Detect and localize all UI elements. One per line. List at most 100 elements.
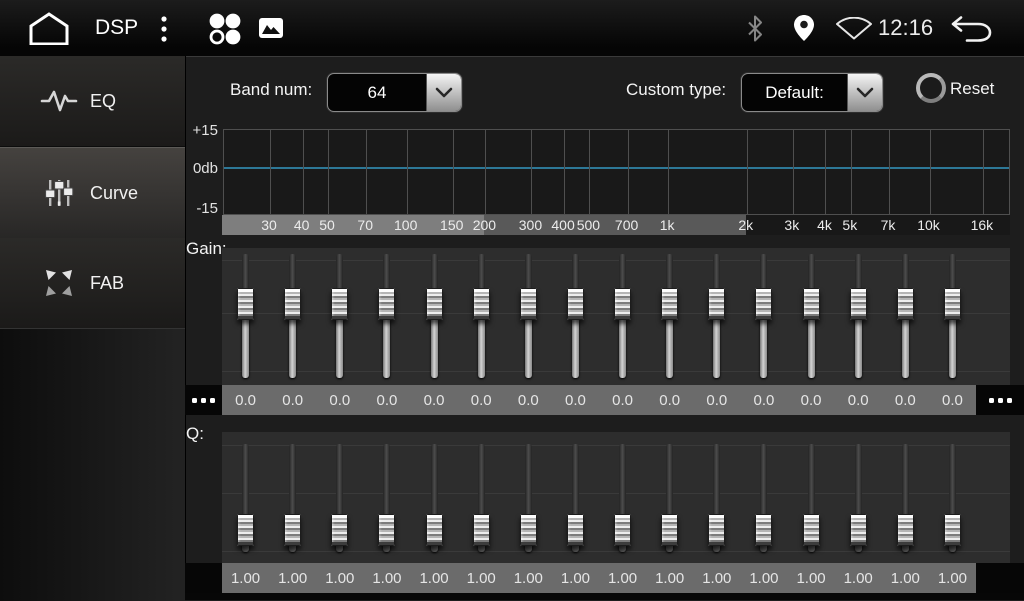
gain-slider-3[interactable] [331,254,348,378]
slider-thumb[interactable] [897,288,914,320]
slider-thumb[interactable] [567,514,584,546]
gain-slider-2[interactable] [284,254,301,378]
gain-slider-5[interactable] [426,254,443,378]
gain-more-right-button[interactable] [976,385,1024,415]
gain-slider-6[interactable] [473,254,490,378]
slider-track-lower [808,320,815,378]
q-more-right-button[interactable] [976,563,1024,593]
gain-value-11: 0.0 [693,385,740,415]
freq-axis-scrollbar[interactable]: 304050701001502003004005007001k2k3k4k5k7… [222,215,1010,235]
slider-thumb[interactable] [426,514,443,546]
band-num-dropdown[interactable]: 64 [327,73,462,112]
slider-thumb[interactable] [567,288,584,320]
gain-more-left-button[interactable] [185,385,222,415]
grid-line [270,130,271,214]
slider-track-lower [902,320,909,378]
custom-type-value: Default: [742,74,847,111]
slider-thumb[interactable] [520,288,537,320]
slider-thumb[interactable] [708,288,725,320]
slider-thumb[interactable] [237,514,254,546]
slider-thumb[interactable] [331,288,348,320]
sidebar-item-curve[interactable]: Curve [0,147,185,239]
gain-slider-12[interactable] [755,254,772,378]
slider-thumb[interactable] [850,288,867,320]
slider-thumb[interactable] [803,288,820,320]
slider-thumb[interactable] [237,288,254,320]
q-slider-14[interactable] [850,442,867,554]
gain-slider-10[interactable] [661,254,678,378]
kebab-menu-icon[interactable] [159,15,169,43]
slider-thumb[interactable] [803,514,820,546]
gain-slider-15[interactable] [897,254,914,378]
q-slider-11[interactable] [708,442,725,554]
slider-track-lower [289,320,296,378]
q-slider-12[interactable] [755,442,772,554]
reset-label: Reset [950,79,994,99]
slider-thumb[interactable] [614,288,631,320]
gain-slider-16[interactable] [944,254,961,378]
slider-thumb[interactable] [378,288,395,320]
chevron-down-icon[interactable] [847,74,882,111]
wifi-icon [835,17,873,40]
q-slider-7[interactable] [520,442,537,554]
gain-value-13: 0.0 [788,385,835,415]
slider-thumb[interactable] [944,288,961,320]
q-slider-3[interactable] [331,442,348,554]
slider-thumb[interactable] [426,288,443,320]
slider-thumb[interactable] [661,514,678,546]
slider-thumb[interactable] [284,514,301,546]
slider-thumb[interactable] [944,514,961,546]
gain-slider-13[interactable] [803,254,820,378]
gain-value-4: 0.0 [363,385,410,415]
y-axis-label-minus15: -15 [184,200,218,217]
slider-thumb[interactable] [284,288,301,320]
q-slider-8[interactable] [567,442,584,554]
q-slider-6[interactable] [473,442,490,554]
slider-thumb[interactable] [378,514,395,546]
gallery-icon[interactable] [258,17,284,39]
q-slider-1[interactable] [237,442,254,554]
slider-thumb[interactable] [614,514,631,546]
apps-clover-icon[interactable] [206,12,244,46]
q-slider-16[interactable] [944,442,961,554]
slider-thumb[interactable] [850,514,867,546]
custom-type-dropdown[interactable]: Default: [741,73,883,112]
chevron-down-icon[interactable] [426,74,461,111]
gain-slider-4[interactable] [378,254,395,378]
gain-slider-7[interactable] [520,254,537,378]
q-slider-4[interactable] [378,442,395,554]
sidebar-item-fab[interactable]: FAB [0,238,185,329]
freq-tick-400: 400 [551,215,574,235]
gain-sliders-panel [222,248,1010,385]
slider-thumb[interactable] [473,288,490,320]
reset-radio-icon[interactable] [916,73,946,103]
q-slider-10[interactable] [661,442,678,554]
slider-thumb[interactable] [897,514,914,546]
home-icon[interactable] [26,11,72,45]
q-slider-9[interactable] [614,442,631,554]
slider-thumb[interactable] [755,288,772,320]
slider-thumb[interactable] [473,514,490,546]
gain-slider-11[interactable] [708,254,725,378]
grid-line [531,130,532,214]
gain-slider-14[interactable] [850,254,867,378]
slider-thumb[interactable] [520,514,537,546]
grid-line [668,130,669,214]
q-more-left-button[interactable] [185,563,222,593]
q-slider-2[interactable] [284,442,301,554]
q-slider-15[interactable] [897,442,914,554]
slider-thumb[interactable] [708,514,725,546]
slider-thumb[interactable] [331,514,348,546]
q-slider-5[interactable] [426,442,443,554]
gain-slider-9[interactable] [614,254,631,378]
sidebar-item-eq[interactable]: EQ [0,56,185,147]
gain-slider-8[interactable] [567,254,584,378]
q-slider-13[interactable] [803,442,820,554]
slider-thumb[interactable] [661,288,678,320]
slider-track-upper [619,254,626,292]
grid-line [825,130,826,214]
back-icon[interactable] [950,15,994,43]
slider-thumb[interactable] [755,514,772,546]
gain-slider-1[interactable] [237,254,254,378]
gain-section-label: Gain: [186,239,227,259]
